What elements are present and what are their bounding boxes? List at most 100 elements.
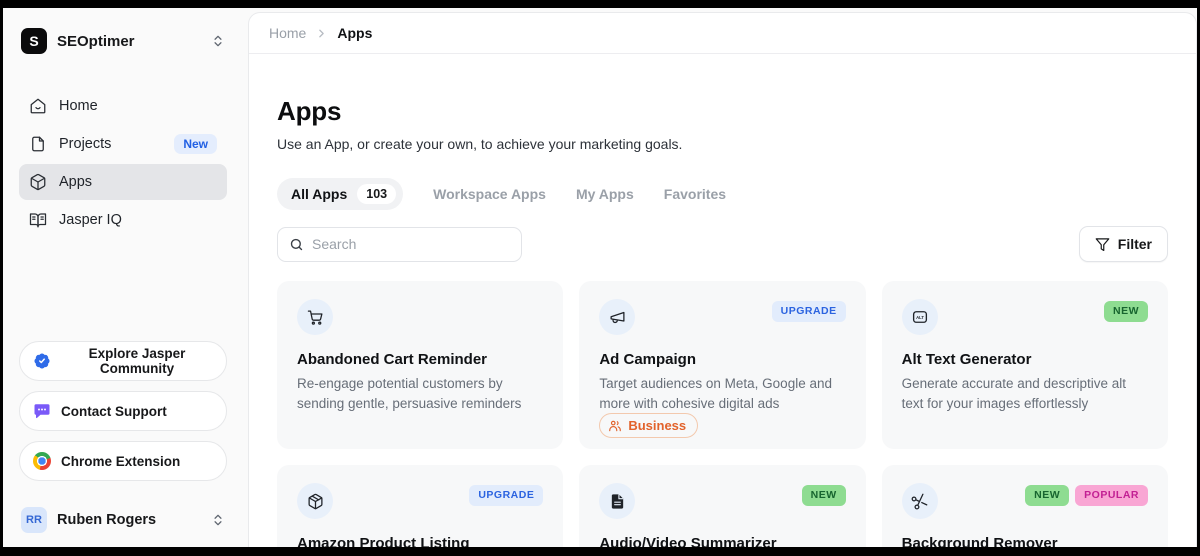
sidebar: S SEOptimer Home Projects New — [3, 8, 243, 547]
tab-favorites[interactable]: Favorites — [664, 186, 726, 202]
tab-my-apps[interactable]: My Apps — [576, 186, 634, 202]
tab-workspace-apps[interactable]: Workspace Apps — [433, 186, 546, 202]
main-panel: Home Apps Apps Use an App, or create you… — [248, 12, 1197, 547]
workspace-logo: S — [21, 28, 47, 54]
card-tags: Business — [599, 413, 845, 438]
card-description: Re-engage potential customers by sending… — [297, 374, 543, 413]
app-window: S SEOptimer Home Projects New — [3, 8, 1197, 547]
alt-icon-label: ALT — [916, 315, 924, 320]
breadcrumb: Home Apps — [249, 13, 1196, 54]
page-subtitle: Use an App, or create your own, to achie… — [277, 136, 1168, 152]
sidebar-item-home[interactable]: Home — [19, 88, 227, 124]
sidebar-spacer — [19, 238, 227, 341]
sidebar-item-apps[interactable]: Apps — [19, 164, 227, 200]
breadcrumb-current: Apps — [337, 25, 372, 41]
card-title: Alt Text Generator — [902, 351, 1148, 368]
upgrade-badge: UPGRADE — [469, 485, 543, 506]
chrome-extension-button[interactable]: Chrome Extension — [19, 441, 227, 481]
file-icon — [29, 135, 47, 153]
alt-text-icon: ALT — [902, 299, 938, 335]
card-badges: UPGRADE — [772, 299, 846, 322]
sidebar-item-label: Jasper IQ — [59, 212, 122, 228]
chevron-updown-icon — [211, 513, 225, 527]
card-title: Audio/Video Summarizer — [599, 535, 845, 547]
card-title: Background Remover — [902, 535, 1148, 547]
new-badge: New — [174, 134, 217, 154]
card-top: NEW POPULAR — [902, 483, 1148, 519]
explore-community-button[interactable]: Explore Jasper Community — [19, 341, 227, 381]
megaphone-icon — [599, 299, 635, 335]
card-top — [297, 299, 543, 335]
workspace-switcher[interactable]: S SEOptimer — [19, 28, 227, 54]
chevron-updown-icon — [211, 34, 225, 48]
tab-all-apps-count: 103 — [357, 184, 396, 204]
app-card-abandoned-cart-reminder[interactable]: Abandoned Cart Reminder Re-engage potent… — [277, 281, 563, 449]
sidebar-item-label: Projects — [59, 136, 111, 152]
scissors-icon — [902, 483, 938, 519]
card-top: UPGRADE — [599, 299, 845, 335]
cube-icon — [29, 173, 47, 191]
user-name: Ruben Rogers — [57, 512, 201, 528]
shopping-cart-icon — [297, 299, 333, 335]
sidebar-item-jasper-iq[interactable]: Jasper IQ — [19, 202, 227, 238]
card-badges: UPGRADE — [469, 483, 543, 506]
card-title: Ad Campaign — [599, 351, 845, 368]
upgrade-badge: UPGRADE — [772, 301, 846, 322]
chrome-icon — [33, 452, 51, 470]
sidebar-nav: Home Projects New Apps Jasper IQ — [19, 88, 227, 238]
breadcrumb-home-link[interactable]: Home — [269, 25, 306, 41]
home-icon — [29, 97, 47, 115]
funnel-icon — [1095, 237, 1110, 252]
app-card-audio-video-summarizer[interactable]: NEW Audio/Video Summarizer Transform rec… — [579, 465, 865, 547]
document-icon — [599, 483, 635, 519]
card-title: Abandoned Cart Reminder — [297, 351, 543, 368]
card-title: Amazon Product Listing — [297, 535, 543, 547]
filter-button-label: Filter — [1118, 236, 1152, 252]
business-tag: Business — [599, 413, 698, 438]
new-badge: NEW — [1025, 485, 1069, 506]
contact-support-label: Contact Support — [61, 404, 167, 419]
users-icon — [608, 419, 622, 433]
filter-button[interactable]: Filter — [1079, 226, 1168, 262]
card-badges: NEW POPULAR — [1025, 483, 1148, 506]
page-content: Apps Use an App, or create your own, to … — [249, 54, 1196, 547]
business-tag-label: Business — [628, 418, 686, 433]
verified-badge-icon — [33, 352, 51, 370]
new-badge: NEW — [1104, 301, 1148, 322]
contact-support-button[interactable]: Contact Support — [19, 391, 227, 431]
card-description: Generate accurate and descriptive alt te… — [902, 374, 1148, 413]
workspace-name: SEOptimer — [57, 33, 201, 50]
card-top: NEW — [599, 483, 845, 519]
main-area: Home Apps Apps Use an App, or create you… — [243, 8, 1197, 547]
new-badge: NEW — [802, 485, 846, 506]
app-card-background-remover[interactable]: NEW POPULAR Background Remover Effortles… — [882, 465, 1168, 547]
tab-all-apps-label: All Apps — [291, 186, 347, 202]
screenshot-frame: S SEOptimer Home Projects New — [0, 0, 1200, 556]
page-title: Apps — [277, 96, 1168, 127]
sidebar-item-projects[interactable]: Projects New — [19, 126, 227, 162]
search-input[interactable] — [312, 236, 510, 252]
card-top: UPGRADE — [297, 483, 543, 519]
sidebar-item-label: Home — [59, 98, 98, 114]
card-top: ALT NEW — [902, 299, 1148, 335]
card-badges: NEW — [802, 483, 846, 506]
popular-badge: POPULAR — [1075, 485, 1148, 506]
tab-bar: All Apps 103 Workspace Apps My Apps Favo… — [277, 178, 1168, 210]
workspace-logo-letter: S — [29, 33, 38, 49]
user-menu[interactable]: RR Ruben Rogers — [19, 507, 227, 533]
explore-community-label: Explore Jasper Community — [61, 346, 213, 376]
sidebar-item-label: Apps — [59, 174, 92, 190]
chevron-right-icon — [315, 27, 328, 40]
tab-all-apps[interactable]: All Apps 103 — [277, 178, 403, 210]
book-icon — [29, 211, 47, 229]
search-box[interactable] — [277, 227, 522, 262]
toolbar: Filter — [277, 226, 1168, 262]
apps-grid: Abandoned Cart Reminder Re-engage potent… — [277, 281, 1168, 547]
package-icon — [297, 483, 333, 519]
app-card-ad-campaign[interactable]: UPGRADE Ad Campaign Target audiences on … — [579, 281, 865, 449]
chat-bubble-icon — [33, 402, 51, 420]
app-card-amazon-product-listing[interactable]: UPGRADE Amazon Product Listing Craft a d… — [277, 465, 563, 547]
app-card-alt-text-generator[interactable]: ALT NEW Alt Text Generator Generate accu… — [882, 281, 1168, 449]
card-description: Target audiences on Meta, Google and mor… — [599, 374, 845, 413]
chrome-extension-label: Chrome Extension — [61, 454, 180, 469]
